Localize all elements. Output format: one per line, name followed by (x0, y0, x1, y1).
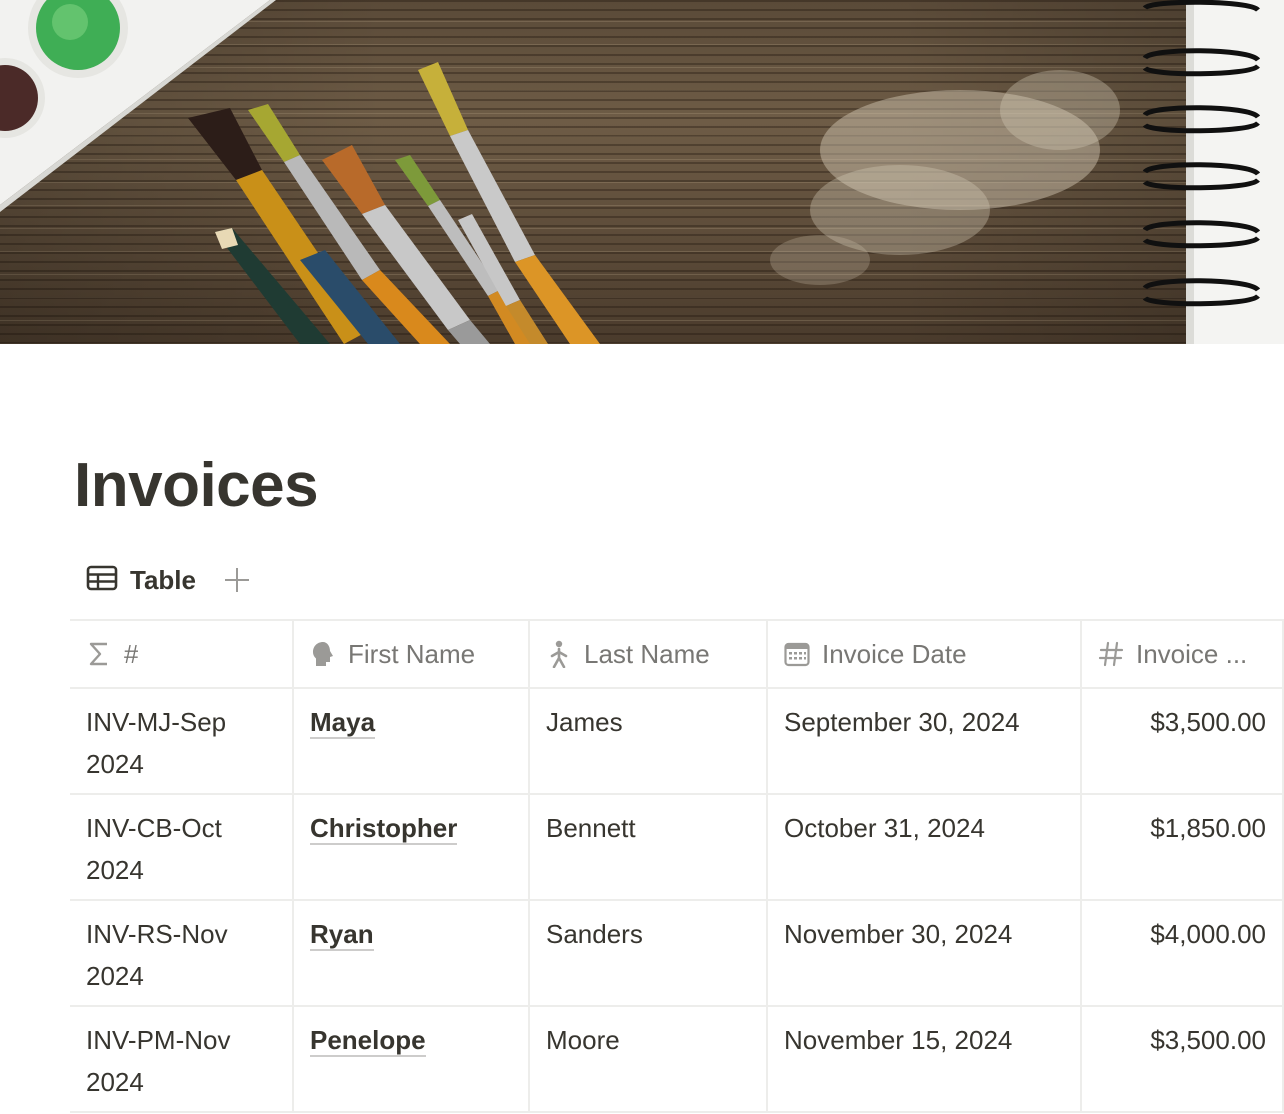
table-header-row: # First Name Last Name Invoice Date Invo… (70, 619, 1284, 689)
invoice-id-text: INV-MJ-Sep2024 (86, 707, 227, 779)
person-head-icon (310, 641, 336, 667)
cell-invoice-id: INV-RS-Nov2024 (70, 901, 294, 1005)
add-view-button[interactable] (224, 567, 250, 593)
first-name-link[interactable]: Ryan (310, 919, 374, 951)
cell-last-name[interactable]: Bennett (530, 795, 768, 899)
cell-invoice-amount[interactable]: $1,850.00 (1082, 795, 1284, 899)
invoice-id-text: INV-PM-Nov2024 (86, 1025, 231, 1097)
table-row[interactable]: INV-RS-Nov2024 Ryan Sanders November 30,… (70, 901, 1284, 1007)
table-row[interactable]: INV-PM-Nov2024 Penelope Moore November 1… (70, 1007, 1284, 1113)
cell-last-name[interactable]: Sanders (530, 901, 768, 1005)
cell-first-name: Penelope (294, 1007, 530, 1111)
invoice-id-text: INV-RS-Nov2024 (86, 919, 228, 991)
watercolor-palette (0, 0, 276, 212)
column-header-label: Last Name (584, 639, 710, 669)
number-hash-icon (1098, 641, 1124, 667)
cover-image[interactable] (0, 0, 1284, 344)
cover-illustration (0, 0, 1284, 344)
column-header-label: First Name (348, 639, 476, 669)
table-row[interactable]: INV-MJ-Sep2024 Maya James September 30, … (70, 689, 1284, 795)
column-header-label: # (124, 639, 139, 669)
tab-table-label: Table (130, 564, 196, 595)
cell-last-name[interactable]: Moore (530, 1007, 768, 1111)
tab-table[interactable]: Table (86, 565, 196, 596)
sigma-icon (86, 641, 112, 667)
cell-first-name: Christopher (294, 795, 530, 899)
first-name-link[interactable]: Penelope (310, 1025, 426, 1057)
cell-invoice-amount[interactable]: $3,500.00 (1082, 1007, 1284, 1111)
cell-first-name: Maya (294, 689, 530, 793)
cell-last-name[interactable]: James (530, 689, 768, 793)
cell-invoice-date[interactable]: November 15, 2024 (768, 1007, 1082, 1111)
table-icon (86, 565, 118, 596)
column-header-label: Invoice Date (822, 639, 967, 669)
person-walking-icon (546, 640, 572, 668)
cell-invoice-date[interactable]: October 31, 2024 (768, 795, 1082, 899)
view-tabs: Table (86, 558, 250, 602)
cell-invoice-id: INV-MJ-Sep2024 (70, 689, 294, 793)
invoice-id-text: INV-CB-Oct2024 (86, 813, 222, 885)
calendar-icon (784, 641, 810, 667)
column-header-label: Invoice ... (1136, 639, 1248, 669)
column-header-first-name[interactable]: First Name (294, 621, 530, 687)
cell-invoice-id: INV-CB-Oct2024 (70, 795, 294, 899)
cell-invoice-amount[interactable]: $3,500.00 (1082, 689, 1284, 793)
spiral-notebook (1142, 0, 1284, 344)
first-name-link[interactable]: Christopher (310, 813, 458, 845)
column-header-id[interactable]: # (70, 621, 294, 687)
column-header-invoice-date[interactable]: Invoice Date (768, 621, 1082, 687)
first-name-link[interactable]: Maya (310, 707, 376, 739)
page-title[interactable]: Invoices (74, 446, 319, 526)
paint-brushes (188, 62, 600, 344)
cell-invoice-amount[interactable]: $4,000.00 (1082, 901, 1284, 1005)
cell-invoice-date[interactable]: November 30, 2024 (768, 901, 1082, 1005)
column-header-last-name[interactable]: Last Name (530, 621, 768, 687)
cell-invoice-date[interactable]: September 30, 2024 (768, 689, 1082, 793)
cell-invoice-id: INV-PM-Nov2024 (70, 1007, 294, 1111)
table-row[interactable]: INV-CB-Oct2024 Christopher Bennett Octob… (70, 795, 1284, 901)
invoices-table: # First Name Last Name Invoice Date Invo… (70, 619, 1284, 1113)
cell-first-name: Ryan (294, 901, 530, 1005)
column-header-invoice-amount[interactable]: Invoice ... (1082, 621, 1284, 687)
